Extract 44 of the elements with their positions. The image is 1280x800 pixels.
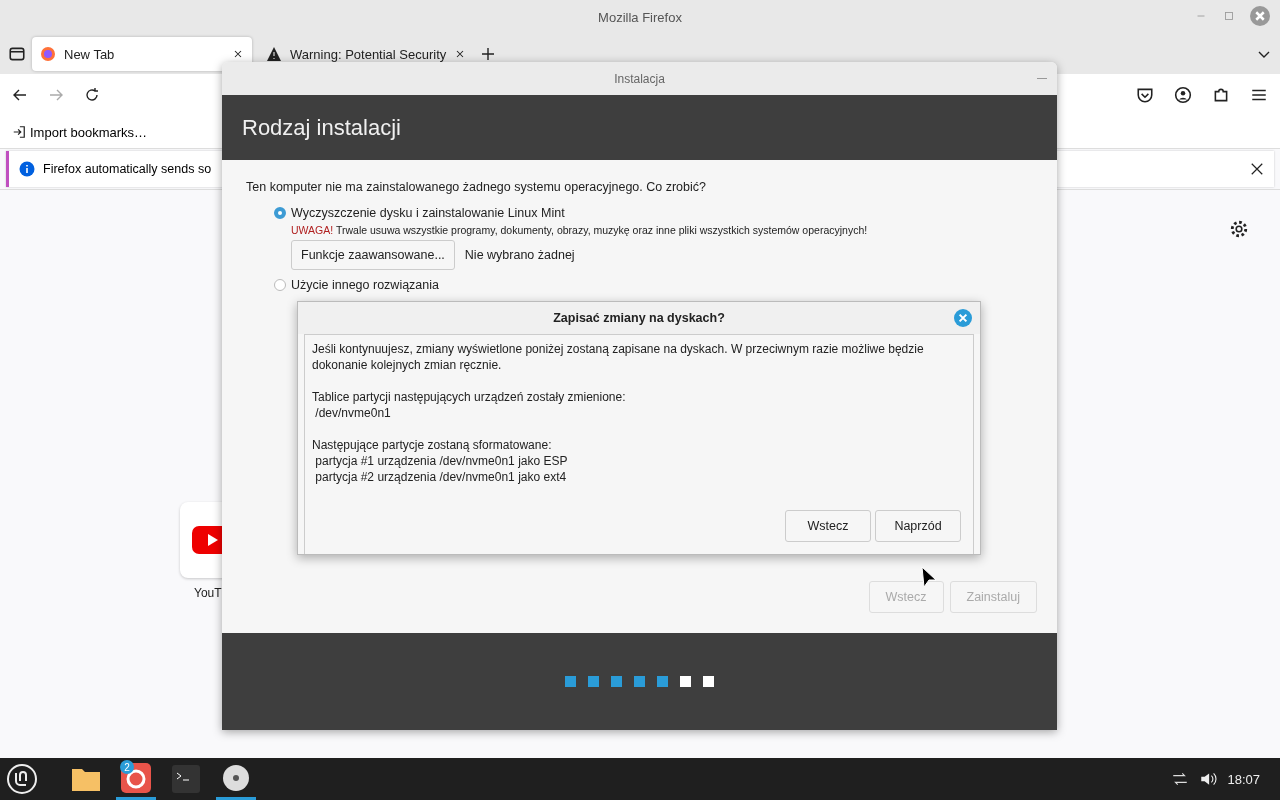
- radio-option[interactable]: Użycie innego rozwiązania: [274, 278, 1033, 292]
- dialog-text: Następujące partycje zostaną sformatowane:: [312, 437, 553, 453]
- close-icon[interactable]: [232, 48, 244, 60]
- dialog-text: /dev/nvme0n1: [314, 405, 392, 421]
- disc-icon: [222, 763, 250, 792]
- dialog-button[interactable]: Naprzód: [875, 510, 961, 542]
- dialog-text: partycja #1 urządzenia /dev/nvme0n1 jako ESP: [314, 453, 569, 469]
- advanced-button[interactable]: Funkcje zaawansowane...: [291, 240, 455, 270]
- dialog-text: partycja #2 urządzenia /dev/nvme0n1 jako ext4: [314, 469, 568, 485]
- terminal-icon: [172, 765, 200, 793]
- warning-icon: [266, 46, 282, 62]
- import-icon: [12, 125, 26, 139]
- count-badge: 2: [120, 760, 134, 774]
- network-icon[interactable]: [1171, 770, 1190, 788]
- window-title: Mozilla Firefox: [598, 9, 682, 25]
- back-icon[interactable]: [12, 87, 28, 103]
- reload-icon[interactable]: [84, 87, 100, 103]
- shortcut-label: YouT: [194, 586, 222, 600]
- tab-list-icon[interactable]: [8, 45, 26, 63]
- dialog-text: Jeśli kontynuujesz, zmiany wyświetlone poniżej zostaną zapisane na dyskach. W przeciwnym razie możliwe będzie dokonanie kolejnych zmian ręcznie.: [312, 341, 925, 373]
- browser-tab[interactable]: New Tab: [32, 37, 252, 71]
- dialog-title: Zapisać zmiany na dyskach?: [553, 311, 725, 325]
- warning-text: UWAGA! Trwale usuwa wszystkie programy, dokumenty, obrazy, muzykę oraz inne pliki wszystkich systemów operacyjnych!: [291, 224, 869, 236]
- new-tab-icon[interactable]: [480, 46, 497, 62]
- dialog-button[interactable]: Wstecz: [785, 510, 871, 542]
- dialog-text: Tablice partycji następujących urządzeń zostały zmienione:: [312, 389, 627, 405]
- radio-option[interactable]: Wyczyszczenie dysku i zainstalowanie Linux Mint: [274, 206, 1033, 220]
- menu-logo-icon[interactable]: [6, 763, 38, 795]
- clock[interactable]: 18:07: [1227, 771, 1260, 787]
- window-title: Instalacja: [614, 71, 665, 86]
- status-text: Nie wybrano żadnej: [464, 248, 575, 262]
- settings-icon[interactable]: [1230, 220, 1248, 238]
- close-icon[interactable]: [1250, 162, 1264, 176]
- question-text: Ten komputer nie ma zainstalowanego żadnego systemu operacyjnego. Co zrobić?: [246, 180, 707, 194]
- app-icon: [121, 762, 151, 793]
- page-heading: Rodzaj instalacji: [242, 114, 401, 141]
- folder-icon: [71, 766, 101, 792]
- bookmark-item[interactable]: Import bookmarks…: [30, 124, 148, 140]
- browser-tab[interactable]: Warning: Potential Security: [258, 37, 475, 71]
- browser-logo-icon: [40, 46, 56, 62]
- pocket-icon[interactable]: [1136, 86, 1154, 104]
- notification-text: Firefox automatically sends so: [43, 162, 212, 176]
- info-icon: [19, 161, 35, 177]
- account-icon[interactable]: [1174, 86, 1192, 104]
